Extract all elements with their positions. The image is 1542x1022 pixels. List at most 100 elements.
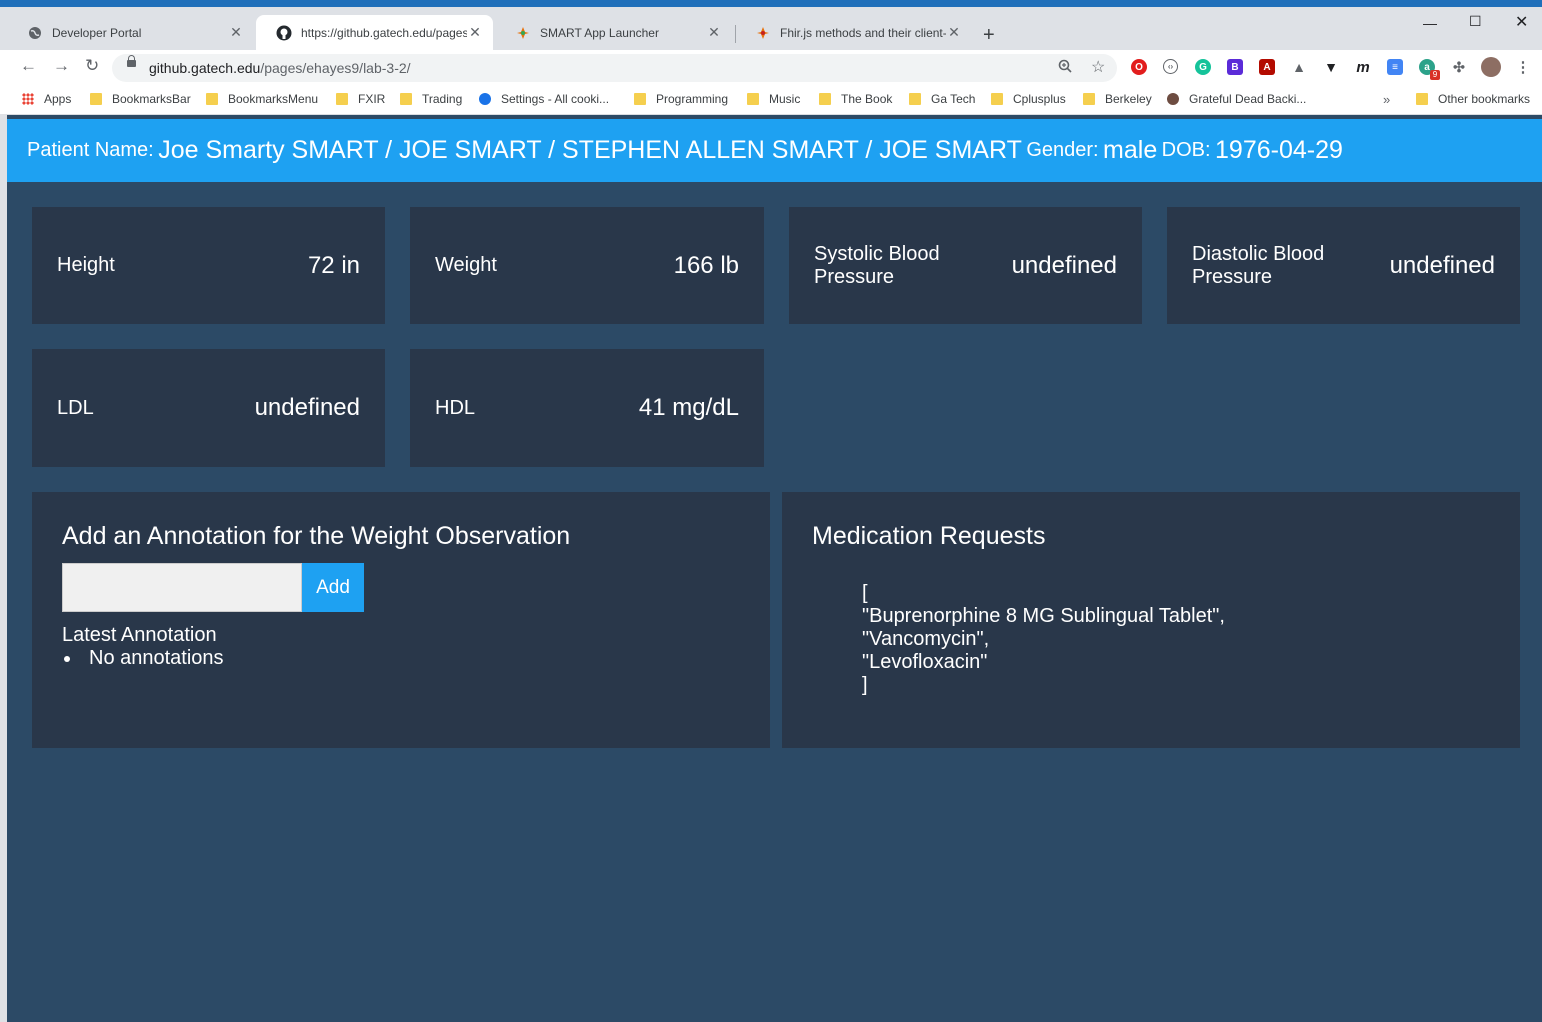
tab-github[interactable]: https://github.gatech.edu/pages/ ✕ xyxy=(256,15,493,50)
m-extension-icon[interactable]: m xyxy=(1355,59,1371,76)
zoom-icon[interactable] xyxy=(1058,59,1072,76)
pdf-icon[interactable]: A xyxy=(1259,59,1275,75)
bookmark-label: FXIR xyxy=(358,92,386,106)
close-icon[interactable]: ✕ xyxy=(228,24,244,41)
close-icon[interactable]: ✕ xyxy=(706,24,722,41)
observation-card-height: Height 72 in xyxy=(32,207,385,324)
annotation-title: Add an Annotation for the Weight Observa… xyxy=(62,522,571,550)
close-icon[interactable]: ✕ xyxy=(946,24,962,41)
tab-title: https://github.gatech.edu/pages/ xyxy=(301,25,467,40)
bookmark-label: The Book xyxy=(841,92,893,106)
folder-icon xyxy=(90,93,102,105)
bookmark-item[interactable]: The Book xyxy=(819,92,892,106)
star-icon[interactable]: ☆ xyxy=(1091,57,1105,77)
bookmark-item[interactable]: Grateful Dead Backi... xyxy=(1167,92,1306,106)
drive-icon[interactable]: ▲ xyxy=(1291,59,1307,75)
observation-value: 72 in xyxy=(307,251,360,279)
bookmark-label: Berkeley xyxy=(1105,92,1152,106)
window-top-strip xyxy=(0,0,1542,7)
bookmark-item[interactable]: Berkeley xyxy=(1083,92,1152,106)
bookmark-apps[interactable]: Apps xyxy=(22,92,71,106)
patient-name: Joe Smarty SMART / JOE SMART / STEPHEN A… xyxy=(158,136,1022,164)
lock-icon xyxy=(127,55,136,67)
bookmark-item[interactable]: Programming xyxy=(634,92,728,106)
minimize-icon[interactable]: — xyxy=(1423,15,1437,31)
observation-name: Height xyxy=(57,254,115,276)
observation-card-hdl: HDL 41 mg/dL xyxy=(410,349,764,467)
bookmark-item[interactable]: Cplusplus xyxy=(991,92,1066,106)
bookmark-item[interactable]: Settings - All cooki... xyxy=(479,92,609,106)
extension-icon[interactable]: ‹› xyxy=(1163,59,1178,74)
observation-card-systolic: Systolic Blood Pressure undefined xyxy=(789,207,1142,324)
annotation-list-item: No annotations xyxy=(64,647,224,669)
maximize-icon[interactable]: ☐ xyxy=(1469,13,1482,30)
smart-flame-icon xyxy=(755,25,771,41)
tab-title: SMART App Launcher xyxy=(540,25,659,40)
avatar[interactable] xyxy=(1481,57,1501,77)
tab-developer-portal[interactable]: Developer Portal ✕ xyxy=(7,15,254,50)
tab-smart-app-launcher[interactable]: SMART App Launcher ✕ xyxy=(495,15,732,50)
folder-icon xyxy=(206,93,218,105)
grammarly-icon[interactable]: G xyxy=(1195,59,1211,75)
bookmark-item[interactable]: BookmarksBar xyxy=(90,92,191,106)
patient-gender: male xyxy=(1103,136,1158,164)
patient-header: Patient Name: Joe Smarty SMART / JOE SMA… xyxy=(7,119,1542,182)
globe-icon xyxy=(27,25,43,41)
folder-icon xyxy=(1416,93,1428,105)
observation-card-diastolic: Diastolic Blood Pressure undefined xyxy=(1167,207,1520,324)
bookmark-label: Programming xyxy=(656,92,729,106)
observation-value: undefined xyxy=(1011,251,1117,279)
bookmark-item[interactable]: FXIR xyxy=(336,92,385,106)
browser-toolbar: ← → ↻ github.gatech.edu/pages/ehayes9/la… xyxy=(0,50,1542,86)
bookmark-item[interactable]: Ga Tech xyxy=(909,92,975,106)
observation-value: undefined xyxy=(254,394,360,421)
new-tab-icon[interactable]: + xyxy=(983,24,995,47)
bookmark-item[interactable]: BookmarksMenu xyxy=(206,92,318,106)
url-text[interactable]: github.gatech.edu/pages/ehayes9/lab-3-2/ xyxy=(149,60,411,76)
forward-arrow-icon[interactable]: → xyxy=(53,56,70,76)
chevron-more-icon[interactable]: » xyxy=(1383,92,1390,107)
bookmarks-bar: Apps BookmarksBar BookmarksMenu FXIR Tra… xyxy=(0,86,1542,115)
bookmark-item[interactable]: Trading xyxy=(400,92,462,106)
address-bar[interactable]: github.gatech.edu/pages/ehayes9/lab-3-2/… xyxy=(112,54,1117,82)
bookmark-item[interactable]: Music xyxy=(747,92,800,106)
url-host: github.gatech.edu xyxy=(149,60,261,76)
observation-name: LDL xyxy=(57,396,94,419)
fox-icon[interactable]: ▼ xyxy=(1323,59,1339,75)
bookmark-other[interactable]: Other bookmarks xyxy=(1416,92,1530,106)
gear-icon xyxy=(479,93,491,105)
patient-dob: 1976-04-29 xyxy=(1215,136,1343,164)
tab-title: Fhir.js methods and their client-js xyxy=(780,25,946,40)
menu-dots-icon[interactable]: ⋮ xyxy=(1515,59,1531,76)
github-icon xyxy=(276,25,292,41)
opera-icon[interactable]: O xyxy=(1131,59,1147,75)
folder-icon xyxy=(819,93,831,105)
tab-title: Developer Portal xyxy=(52,25,142,40)
annotation-input[interactable] xyxy=(62,563,302,612)
observation-card-ldl: LDL undefined xyxy=(32,349,385,467)
puzzle-icon[interactable]: ✣ xyxy=(1451,59,1467,75)
dob-label: DOB: xyxy=(1161,139,1211,161)
patient-name-label: Patient Name: xyxy=(27,139,154,161)
bookmark-label: BookmarksBar xyxy=(112,92,191,106)
bootstrap-icon[interactable]: B xyxy=(1227,59,1243,75)
tab-fhirjs-methods[interactable]: Fhir.js methods and their client-js ✕ xyxy=(735,15,972,50)
bookmark-label: Ga Tech xyxy=(931,92,976,106)
bookmark-label: Trading xyxy=(422,92,463,106)
gender-label: Gender: xyxy=(1026,139,1099,161)
extension-badge: 9 xyxy=(1430,70,1440,80)
bookmark-label: Cplusplus xyxy=(1013,92,1066,106)
reload-icon[interactable]: ↻ xyxy=(85,56,99,76)
translate-icon[interactable]: ≡ xyxy=(1387,59,1403,75)
window-left-edge xyxy=(0,114,7,1022)
skull-icon xyxy=(1167,93,1179,105)
bookmark-label: Grateful Dead Backi... xyxy=(1189,92,1307,106)
folder-icon xyxy=(336,93,348,105)
folder-icon xyxy=(747,93,759,105)
back-arrow-icon[interactable]: ← xyxy=(20,56,37,76)
add-annotation-button[interactable]: Add xyxy=(302,563,364,612)
close-icon[interactable]: ✕ xyxy=(467,24,483,41)
window-close-icon[interactable]: ✕ xyxy=(1515,12,1528,32)
folder-icon xyxy=(991,93,1003,105)
observation-value: 166 lb xyxy=(673,251,739,279)
